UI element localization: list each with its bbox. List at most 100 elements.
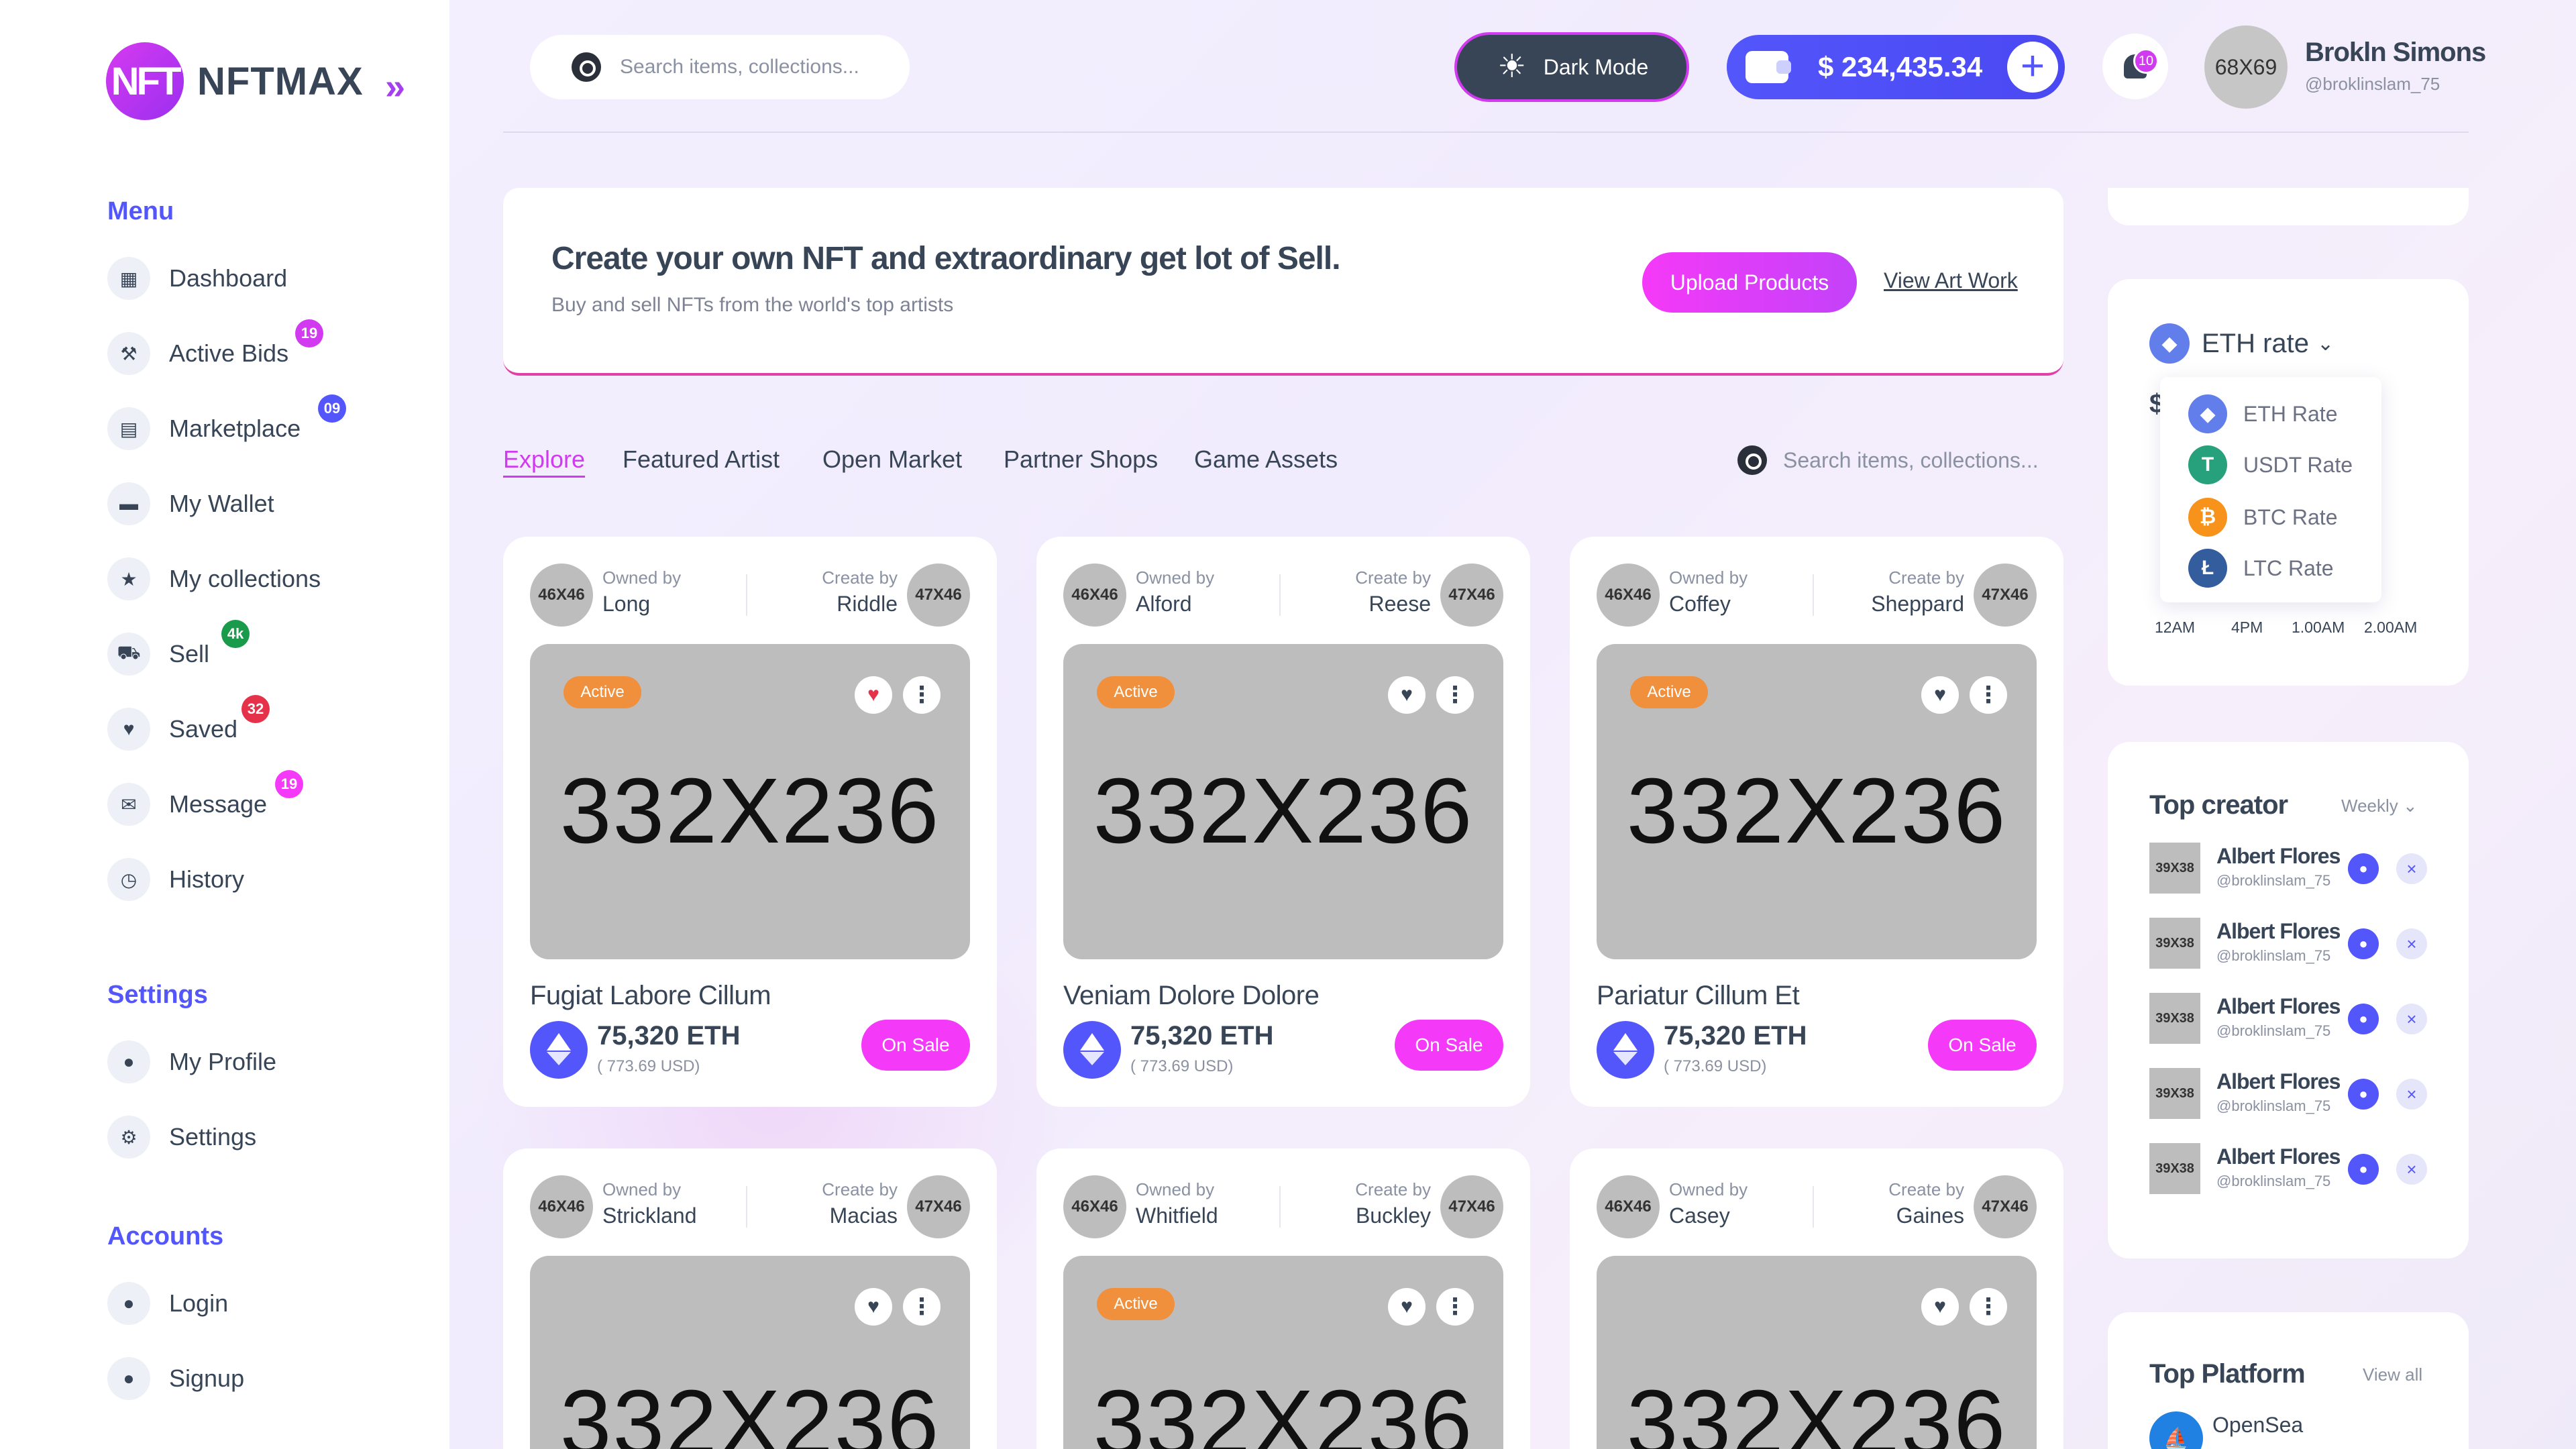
like-button[interactable]: ♥ — [1921, 676, 1959, 714]
on-sale-button[interactable]: On Sale — [1928, 1020, 2037, 1071]
creator-name[interactable]: Reese — [1369, 592, 1432, 616]
sidebar-item-my-collections[interactable]: ★ My collections — [107, 557, 321, 601]
tab-partner-shops[interactable]: Partner Shops — [1004, 445, 1158, 474]
nft-image[interactable]: 332X236 Active ♥ ⋮ — [1063, 644, 1503, 959]
dropdown-option-eth[interactable]: ◆ ETH Rate — [2188, 394, 2337, 433]
more-options-button[interactable]: ⋮ — [1436, 1288, 1474, 1326]
creator-avatar[interactable]: 47X46 — [907, 1175, 970, 1238]
dismiss-button[interactable]: × — [2396, 1004, 2427, 1034]
view-art-work-link[interactable]: View Art Work — [1884, 268, 2018, 293]
creator-avatar[interactable]: 47X46 — [1440, 1175, 1503, 1238]
creator-name[interactable]: Riddle — [837, 592, 898, 616]
like-button[interactable]: ♥ — [855, 1288, 892, 1326]
dropdown-option-btc[interactable]: ₿ BTC Rate — [2188, 498, 2337, 537]
header-search[interactable]: Search items, collections... — [530, 35, 910, 99]
sidebar-item-marketplace[interactable]: ▤ Marketplace 09 — [107, 394, 346, 451]
owner-avatar[interactable]: 46X46 — [1063, 1175, 1126, 1238]
nft-card[interactable]: 46X46 Owned by Whitfield Create by Buckl… — [1036, 1148, 1530, 1449]
owner-name[interactable]: Long — [602, 592, 650, 616]
nft-card[interactable]: 46X46 Owned by Alford Create by Reese 47… — [1036, 537, 1530, 1107]
view-all-link[interactable]: View all — [2363, 1364, 2422, 1385]
platform-row[interactable]: ⛵ OpenSea — [2149, 1411, 2303, 1449]
explore-search[interactable]: Search items, collections... — [1737, 445, 2039, 475]
tab-game-assets[interactable]: Game Assets — [1194, 445, 1338, 474]
tab-explore[interactable]: Explore — [503, 445, 585, 474]
owner-avatar[interactable]: 46X46 — [1063, 564, 1126, 627]
owner-avatar[interactable]: 46X46 — [530, 1175, 593, 1238]
dropdown-option-usdt[interactable]: T USDT Rate — [2188, 445, 2353, 484]
owner-avatar[interactable]: 46X46 — [1597, 564, 1660, 627]
creator-name[interactable]: Gaines — [1896, 1203, 1964, 1228]
on-sale-button[interactable]: On Sale — [1395, 1020, 1503, 1071]
owner-avatar[interactable]: 46X46 — [1597, 1175, 1660, 1238]
more-options-button[interactable]: ⋮ — [903, 1288, 941, 1326]
sidebar-item-dashboard[interactable]: ▦ Dashboard — [107, 256, 287, 301]
notifications-button[interactable]: 10 — [2102, 34, 2168, 99]
collapse-sidebar-icon[interactable]: » — [385, 66, 405, 107]
creator-avatar[interactable]: 47X46 — [1974, 1175, 2037, 1238]
logo[interactable]: NFT NFTMAX — [106, 42, 364, 120]
creator-avatar[interactable]: 47X46 — [907, 564, 970, 627]
nft-title[interactable]: Veniam Dolore Dolore — [1063, 981, 1320, 1011]
eth-rate-selector[interactable]: ◆ ETH rate ⌄ — [2149, 323, 2334, 364]
nft-image[interactable]: 332X236 Active ♥ ⋮ — [1597, 644, 2037, 959]
owner-name[interactable]: Coffey — [1669, 592, 1731, 616]
creator-avatar[interactable]: 47X46 — [1974, 564, 2037, 627]
follow-button[interactable]: ● — [2348, 1154, 2379, 1185]
like-button[interactable]: ♥ — [1388, 676, 1426, 714]
nft-card[interactable]: 46X46 Owned by Casey Create by Gaines 47… — [1570, 1148, 2063, 1449]
dropdown-option-ltc[interactable]: Ł LTC Rate — [2188, 549, 2334, 588]
explore-search-input[interactable]: Search items, collections... — [1783, 448, 2039, 473]
creator-row[interactable]: 39X38 Albert Flores @broklinslam_75 ● × — [2149, 1068, 2465, 1119]
creator-row[interactable]: 39X38 Albert Flores @broklinslam_75 ● × — [2149, 918, 2465, 969]
nft-image[interactable]: 332X236 Active ♥ ⋮ — [530, 644, 970, 959]
dismiss-button[interactable]: × — [2396, 1079, 2427, 1110]
creator-name[interactable]: Macias — [830, 1203, 898, 1228]
more-options-button[interactable]: ⋮ — [1436, 676, 1474, 714]
nft-card[interactable]: 46X46 Owned by Strickland Create by Maci… — [503, 1148, 997, 1449]
tab-open-market[interactable]: Open Market — [822, 445, 962, 474]
add-funds-button[interactable]: + — [2007, 42, 2058, 93]
creator-name[interactable]: Sheppard — [1871, 592, 1964, 616]
more-options-button[interactable]: ⋮ — [1970, 1288, 2007, 1326]
dismiss-button[interactable]: × — [2396, 853, 2427, 884]
creator-avatar[interactable]: 47X46 — [1440, 564, 1503, 627]
owner-avatar[interactable]: 46X46 — [530, 564, 593, 627]
sidebar-item-settings[interactable]: ⚙ Settings — [107, 1115, 256, 1159]
creator-name[interactable]: Buckley — [1356, 1203, 1431, 1228]
wallet-balance-pill[interactable]: $ 234,435.34 + — [1727, 35, 2065, 99]
upload-products-button[interactable]: Upload Products — [1642, 252, 1857, 313]
follow-button[interactable]: ● — [2348, 1079, 2379, 1110]
nft-image[interactable]: 332X236 Active ♥ ⋮ — [1063, 1256, 1503, 1449]
more-options-button[interactable]: ⋮ — [903, 676, 941, 714]
sidebar-item-history[interactable]: ◷ History — [107, 857, 244, 902]
tab-featured-artist[interactable]: Featured Artist — [623, 445, 780, 474]
like-button[interactable]: ♥ — [1388, 1288, 1426, 1326]
creator-row[interactable]: 39X38 Albert Flores @broklinslam_75 ● × — [2149, 1143, 2465, 1194]
user-avatar[interactable]: 68X69 — [2204, 25, 2288, 109]
nft-title[interactable]: Fugiat Labore Cillum — [530, 981, 771, 1011]
nft-image[interactable]: 332X236 ♥ ⋮ — [530, 1256, 970, 1449]
nft-title[interactable]: Pariatur Cillum Et — [1597, 981, 1800, 1011]
period-select[interactable]: Weekly ⌄ — [2341, 796, 2418, 816]
dismiss-button[interactable]: × — [2396, 928, 2427, 959]
more-options-button[interactable]: ⋮ — [1970, 676, 2007, 714]
sidebar-item-sell[interactable]: ⛟ Sell 4k — [107, 620, 250, 676]
sidebar-item-active-bids[interactable]: ⚒ Active Bids 19 — [107, 319, 323, 376]
dark-mode-toggle[interactable]: ☀ Dark Mode — [1454, 32, 1689, 102]
sidebar-item-my-profile[interactable]: ● My Profile — [107, 1040, 276, 1084]
nft-card[interactable]: 46X46 Owned by Long Create by Riddle 47X… — [503, 537, 997, 1107]
owner-name[interactable]: Whitfield — [1136, 1203, 1218, 1228]
dismiss-button[interactable]: × — [2396, 1154, 2427, 1185]
nft-image[interactable]: 332X236 ♥ ⋮ — [1597, 1256, 2037, 1449]
follow-button[interactable]: ● — [2348, 853, 2379, 884]
like-button[interactable]: ♥ — [1921, 1288, 1959, 1326]
sidebar-item-message[interactable]: ✉ Message 19 — [107, 770, 303, 826]
sidebar-item-my-wallet[interactable]: ▬ My Wallet — [107, 482, 274, 526]
follow-button[interactable]: ● — [2348, 928, 2379, 959]
search-input[interactable]: Search items, collections... — [620, 56, 859, 78]
follow-button[interactable]: ● — [2348, 1004, 2379, 1034]
like-button[interactable]: ♥ — [855, 676, 892, 714]
nft-card[interactable]: 46X46 Owned by Coffey Create by Sheppard… — [1570, 537, 2063, 1107]
owner-name[interactable]: Strickland — [602, 1203, 697, 1228]
